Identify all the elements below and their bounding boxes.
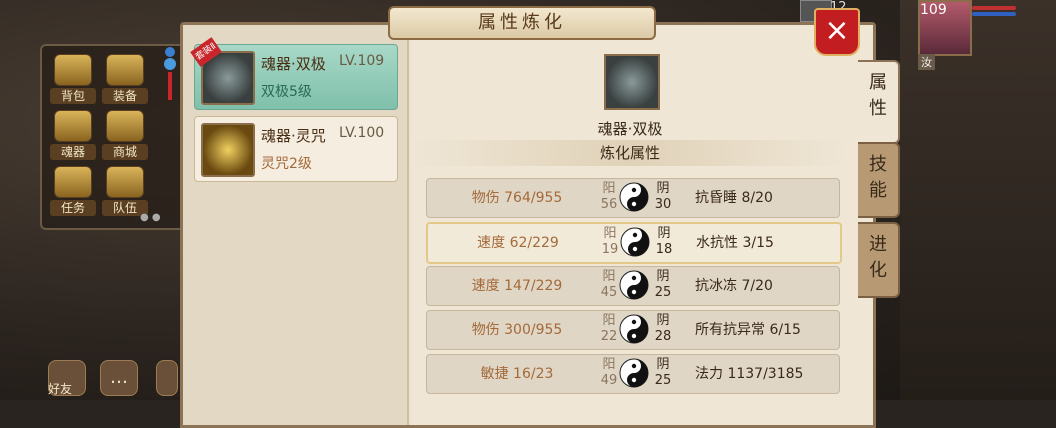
panel-title: 属性炼化 <box>388 6 656 40</box>
yin-label: 阴 <box>656 269 670 284</box>
yin-value: 阴 25 <box>653 357 673 389</box>
main-attribute: 物伤 300/955 <box>471 322 563 338</box>
tab-evolve[interactable]: 进化 <box>858 222 900 298</box>
menu-equipment[interactable]: 装备 <box>102 54 148 104</box>
menu-shop[interactable]: 商城 <box>102 110 148 160</box>
secondary-attribute: 水抗性 3/15 <box>696 235 774 251</box>
chat-bubble-icon: … <box>110 367 128 388</box>
page-dots: ● ● <box>140 212 161 223</box>
yang-value: 阳 22 <box>599 313 619 345</box>
gold-ingot-icon <box>106 110 144 142</box>
yin-yang-icon <box>619 358 649 388</box>
yin-label: 阴 <box>656 313 670 328</box>
yang-value: 阳 45 <box>599 269 619 301</box>
attribute-row[interactable]: 物伤 300/955 阳 22 阴 28 所有抗异常 6/15 <box>426 310 840 350</box>
yin-yang-icon <box>620 227 650 257</box>
yin-yang-icon <box>619 314 649 344</box>
selected-artifact-icon <box>604 54 660 110</box>
main-attribute: 速度 147/229 <box>471 278 563 294</box>
menu-soul-artifact[interactable]: 魂器 <box>50 110 96 160</box>
menu-quest[interactable]: 任务 <box>50 166 96 216</box>
item-name: 魂器·双极 <box>261 55 326 73</box>
yang-number: 22 <box>600 329 618 344</box>
yang-number: 19 <box>601 242 619 257</box>
attribute-row[interactable]: 速度 62/229 阳 19 阴 18 水抗性 3/15 <box>426 222 842 264</box>
yin-label: 阴 <box>657 226 671 241</box>
item-name: 魂器·灵咒 <box>261 127 326 145</box>
yang-value: 阳 49 <box>599 357 619 389</box>
bag-icon <box>54 54 92 86</box>
item-sublevel: 灵咒2级 <box>261 156 312 172</box>
secondary-attribute: 抗冰冻 7/20 <box>695 278 773 294</box>
hp-bar <box>972 6 1016 10</box>
yang-value: 阳 56 <box>599 181 619 213</box>
secondary-attribute: 所有抗异常 6/15 <box>695 322 801 338</box>
soul-icon <box>54 110 92 142</box>
item-card[interactable]: 套装Ⅱ 魂器·双极 LV.109 双极5级 <box>190 37 398 110</box>
attribute-row[interactable]: 物伤 764/955 阳 56 阴 30 抗昏睡 8/20 <box>426 178 840 218</box>
yin-value: 阴 30 <box>653 181 673 213</box>
yin-value: 阴 28 <box>653 313 673 345</box>
attribute-row[interactable]: 敏捷 16/23 阳 49 阴 25 法力 1137/3185 <box>426 354 840 394</box>
menu-backpack[interactable]: 背包 <box>50 54 96 104</box>
secondary-attribute: 法力 1137/3185 <box>695 366 804 382</box>
yang-number: 56 <box>600 197 618 212</box>
main-attribute: 敏捷 16/23 <box>480 366 554 382</box>
tab-label: 属性 <box>869 72 887 119</box>
yang-label: 阳 <box>602 357 616 372</box>
yin-label: 阴 <box>656 357 670 372</box>
tab-label: 技能 <box>869 154 887 201</box>
tab-skills[interactable]: 技能 <box>858 142 900 218</box>
yin-number: 25 <box>654 285 672 300</box>
tab-attributes[interactable]: 属性 <box>858 60 900 144</box>
yang-number: 49 <box>600 373 618 388</box>
yin-number: 25 <box>654 373 672 388</box>
yin-number: 28 <box>654 329 672 344</box>
tassel-ornament-icon <box>158 44 182 104</box>
menu-team[interactable]: 队伍 <box>102 166 148 216</box>
attribute-row[interactable]: 速度 147/229 阳 45 阴 25 抗冰冻 7/20 <box>426 266 840 306</box>
chat-button[interactable]: … <box>100 360 138 396</box>
yin-number: 30 <box>654 197 672 212</box>
armor-icon <box>106 54 144 86</box>
team-flag-icon <box>106 166 144 198</box>
player-level: 109 <box>920 2 947 18</box>
item-sublevel: 双极5级 <box>261 84 312 100</box>
player-tag: 汝 <box>918 54 935 70</box>
selected-item-name: 魂器·双极 <box>597 120 663 138</box>
main-attribute: 物伤 764/955 <box>471 190 563 206</box>
yang-value: 阳 19 <box>600 226 620 258</box>
main-attribute: 速度 62/229 <box>477 235 559 251</box>
scroll-icon <box>54 166 92 198</box>
yin-number: 18 <box>655 242 673 257</box>
tab-label: 进化 <box>869 234 887 281</box>
yin-yang-icon <box>619 182 649 212</box>
mp-bar <box>972 12 1016 16</box>
voice-button[interactable] <box>156 360 178 396</box>
item-level: LV.109 <box>339 53 385 69</box>
yin-yang-icon <box>619 270 649 300</box>
yin-value: 阴 18 <box>654 226 674 258</box>
item-level: LV.100 <box>339 125 385 141</box>
yang-label: 阳 <box>603 226 617 241</box>
section-title: 炼化属性 <box>410 140 850 166</box>
secondary-attribute: 抗昏睡 8/20 <box>695 190 773 206</box>
item-card[interactable]: 魂器·灵咒 LV.100 灵咒2级 <box>194 116 398 182</box>
close-button[interactable]: × <box>814 8 860 56</box>
yin-value: 阴 25 <box>653 269 673 301</box>
golden-artifact-icon <box>201 123 255 177</box>
yang-label: 阳 <box>602 313 616 328</box>
player-bars <box>972 6 1016 22</box>
close-icon: × <box>824 13 850 48</box>
yang-number: 45 <box>600 285 618 300</box>
yang-label: 阳 <box>602 181 616 196</box>
yin-label: 阴 <box>656 181 670 196</box>
friends-label: 好友 <box>48 382 73 396</box>
yang-label: 阳 <box>602 269 616 284</box>
